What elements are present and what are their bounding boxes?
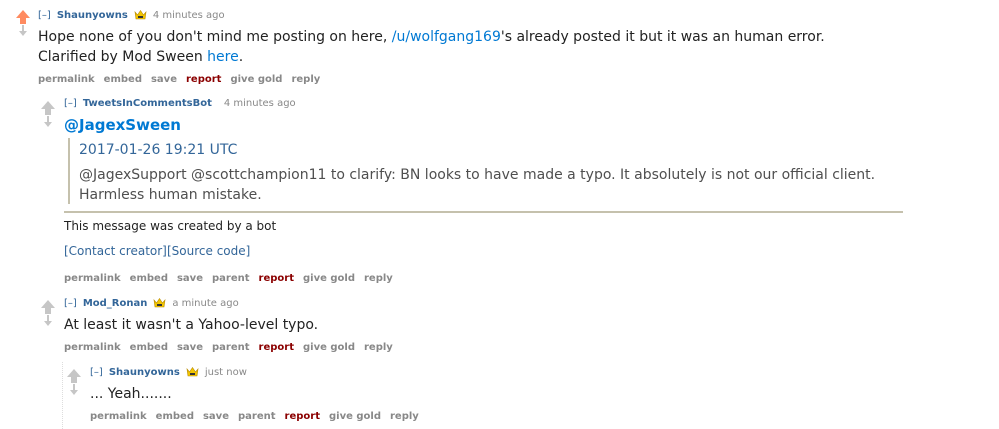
crown-icon: [133, 9, 147, 21]
comment-text: Clarified by Mod Sween: [38, 49, 208, 65]
collapse-toggle[interactable]: [–]: [64, 98, 77, 109]
comment-author[interactable]: Shaunyowns: [109, 367, 180, 378]
comment-body: At least it wasn't a Yahoo-level typo.: [64, 317, 319, 333]
comment-text: .: [238, 49, 244, 65]
crown-icon: [185, 366, 199, 378]
comment-body-line2: Clarified by Mod Sween here.: [38, 47, 243, 67]
reply-button[interactable]: reply: [291, 74, 320, 85]
comment-author[interactable]: TweetsInCommentsBot: [83, 98, 212, 109]
report-button[interactable]: report: [259, 273, 294, 284]
collapse-toggle[interactable]: [–]: [64, 298, 77, 309]
give-gold-button[interactable]: give gold: [230, 74, 282, 85]
permalink-button[interactable]: permalink: [38, 74, 95, 85]
upvote-arrow[interactable]: [41, 300, 55, 314]
comment-body: ... Yeah.......: [90, 386, 172, 402]
comment-author[interactable]: Shaunyowns: [57, 10, 128, 21]
permalink-button[interactable]: permalink: [64, 342, 121, 353]
collapse-toggle[interactable]: [–]: [38, 10, 51, 21]
comment-text: 's already posted it but it was an human…: [500, 29, 825, 45]
tweet-text: @JagexSupport @scottchampion11 to clarif…: [79, 167, 876, 183]
give-gold-button[interactable]: give gold: [303, 342, 355, 353]
divider: [64, 211, 903, 213]
report-button[interactable]: report: [285, 411, 320, 422]
user-link[interactable]: /u/wolfgang169: [392, 29, 501, 45]
embed-button[interactable]: embed: [104, 74, 142, 85]
upvote-arrow[interactable]: [67, 369, 81, 383]
collapse-toggle[interactable]: [–]: [90, 367, 103, 378]
tweet-text-line2: Harmless human mistake.: [79, 187, 262, 203]
comment-buttons: permalink embed save report give gold re…: [38, 74, 320, 85]
crown-icon: [153, 297, 167, 309]
report-button[interactable]: report: [186, 74, 221, 85]
permalink-button[interactable]: permalink: [90, 411, 147, 422]
downvote-arrow[interactable]: [44, 116, 52, 127]
save-button[interactable]: save: [203, 411, 229, 422]
comment-time: 4 minutes ago: [152, 9, 225, 21]
comment-time: just now: [204, 366, 247, 378]
comment-time: 4 minutes ago: [223, 98, 296, 109]
embed-button[interactable]: embed: [130, 342, 168, 353]
embed-button[interactable]: embed: [130, 273, 168, 284]
comment-author[interactable]: Mod_Ronan: [83, 298, 148, 309]
give-gold-button[interactable]: give gold: [303, 273, 355, 284]
comment-tagline: [–] Mod_Ronan a minute ago: [64, 297, 239, 309]
save-button[interactable]: save: [151, 74, 177, 85]
contact-creator-link[interactable]: [Contact creator]: [64, 244, 167, 258]
parent-button[interactable]: parent: [212, 342, 250, 353]
comment-text: Hope none of you don't mind me posting o…: [38, 29, 392, 45]
comment-time: a minute ago: [172, 297, 239, 309]
reply-button[interactable]: reply: [390, 411, 419, 422]
report-button[interactable]: report: [259, 342, 294, 353]
permalink-button[interactable]: permalink: [64, 273, 121, 284]
comment-buttons: permalink embed save parent report give …: [64, 342, 393, 353]
save-button[interactable]: save: [177, 342, 203, 353]
thread-line: [62, 362, 63, 429]
tweet-date-link[interactable]: 2017-01-26 19:21 UTC: [79, 142, 237, 158]
downvote-arrow[interactable]: [44, 315, 52, 326]
comment-tagline: [–] TweetsInCommentsBot 4 minutes ago: [64, 98, 296, 109]
source-code-link[interactable]: [Source code]: [167, 244, 250, 258]
reply-button[interactable]: reply: [364, 342, 393, 353]
bot-note: This message was created by a bot: [64, 219, 277, 233]
comment-buttons: permalink embed save parent report give …: [64, 273, 393, 284]
comment-tagline: [–] Shaunyowns just now: [90, 366, 247, 378]
comment-body: Hope none of you don't mind me posting o…: [38, 27, 825, 47]
downvote-arrow[interactable]: [70, 384, 78, 395]
upvote-arrow[interactable]: [41, 101, 55, 115]
tweet-handle-link[interactable]: @JagexSween: [64, 116, 181, 134]
tweet-quote-bar: [68, 138, 70, 204]
embed-button[interactable]: embed: [156, 411, 194, 422]
comment-buttons: permalink embed save parent report give …: [90, 411, 419, 422]
give-gold-button[interactable]: give gold: [329, 411, 381, 422]
upvote-arrow[interactable]: [16, 10, 30, 24]
save-button[interactable]: save: [177, 273, 203, 284]
comment-tagline: [–] Shaunyowns 4 minutes ago: [38, 9, 225, 21]
here-link[interactable]: here: [207, 49, 239, 65]
downvote-arrow[interactable]: [19, 25, 27, 36]
parent-button[interactable]: parent: [212, 273, 250, 284]
parent-button[interactable]: parent: [238, 411, 276, 422]
reply-button[interactable]: reply: [364, 273, 393, 284]
